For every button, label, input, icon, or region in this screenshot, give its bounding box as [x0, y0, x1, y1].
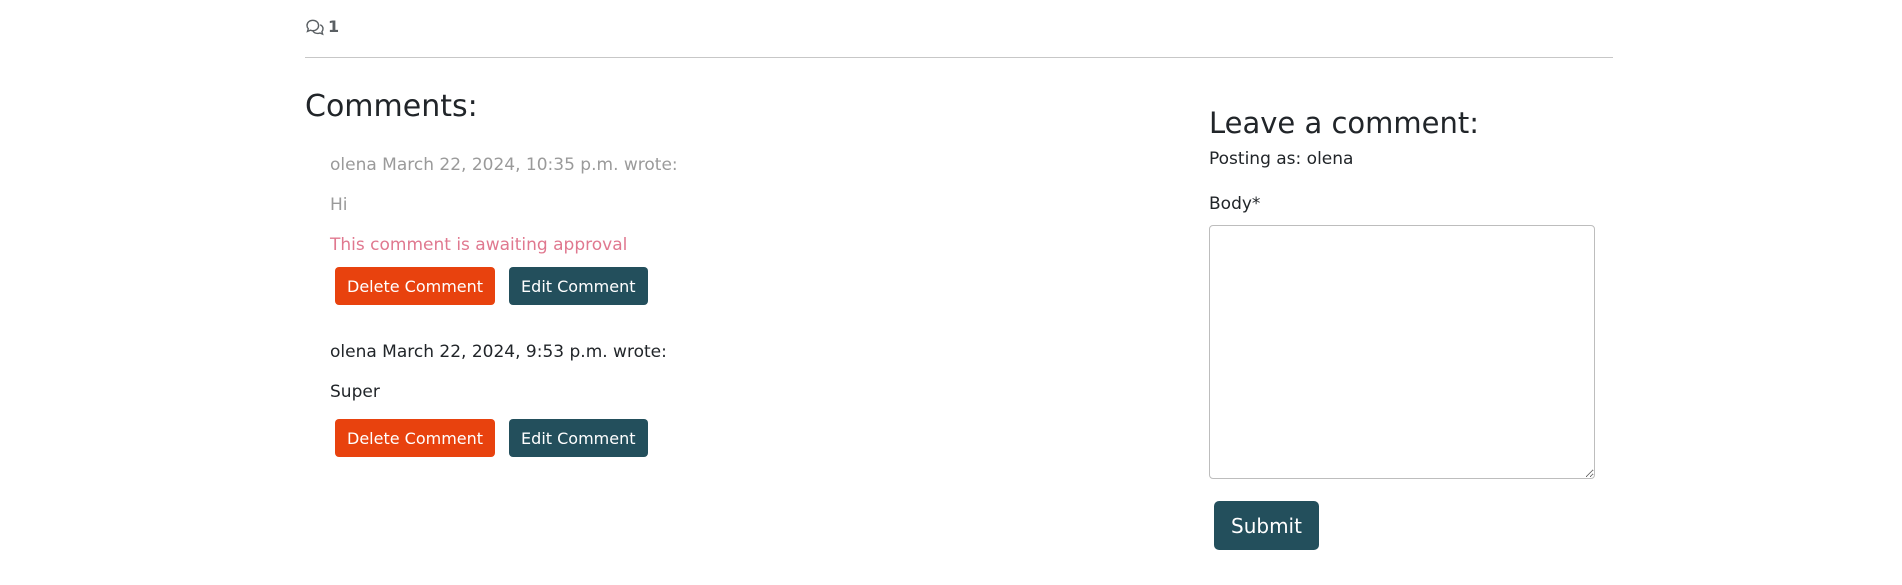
- comments-icon: [305, 18, 325, 36]
- body-label: Body*: [1209, 194, 1261, 214]
- edit-comment-button[interactable]: Edit Comment: [509, 419, 648, 457]
- comment-stats: 1: [305, 17, 339, 36]
- comment-body: Hi: [330, 195, 348, 215]
- submit-button[interactable]: Submit: [1214, 501, 1319, 550]
- body-textarea[interactable]: [1209, 225, 1595, 479]
- comments-section: Comments: olena March 22, 2024, 10:35 p.…: [305, 85, 1005, 457]
- comment-meta: olena March 22, 2024, 9:53 p.m. wrote:: [330, 342, 667, 362]
- comment-form: Leave a comment: Posting as: olena Body*…: [1209, 103, 1609, 550]
- awaiting-approval-note: This comment is awaiting approval: [330, 235, 628, 255]
- post-footer-container: 1 Comments: olena March 22, 2024, 10:35 …: [305, 0, 1613, 585]
- delete-comment-button[interactable]: Delete Comment: [335, 419, 496, 457]
- comment-meta: olena March 22, 2024, 10:35 p.m. wrote:: [330, 155, 678, 175]
- comment-actions: Delete Comment Edit Comment: [335, 419, 648, 457]
- comment-body: Super: [330, 382, 380, 402]
- comments-title: Comments:: [305, 89, 478, 124]
- divider: [305, 57, 1613, 58]
- comment-item: olena March 22, 2024, 9:53 p.m. wrote: S…: [330, 340, 667, 457]
- edit-comment-button[interactable]: Edit Comment: [509, 267, 648, 305]
- posting-as-text: Posting as: olena: [1209, 149, 1354, 169]
- comment-actions: Delete Comment Edit Comment: [335, 267, 648, 305]
- comment-form-title: Leave a comment:: [1209, 106, 1480, 140]
- comment-count: 1: [328, 17, 340, 36]
- comment-item: olena March 22, 2024, 10:35 p.m. wrote: …: [330, 153, 678, 305]
- delete-comment-button[interactable]: Delete Comment: [335, 267, 496, 305]
